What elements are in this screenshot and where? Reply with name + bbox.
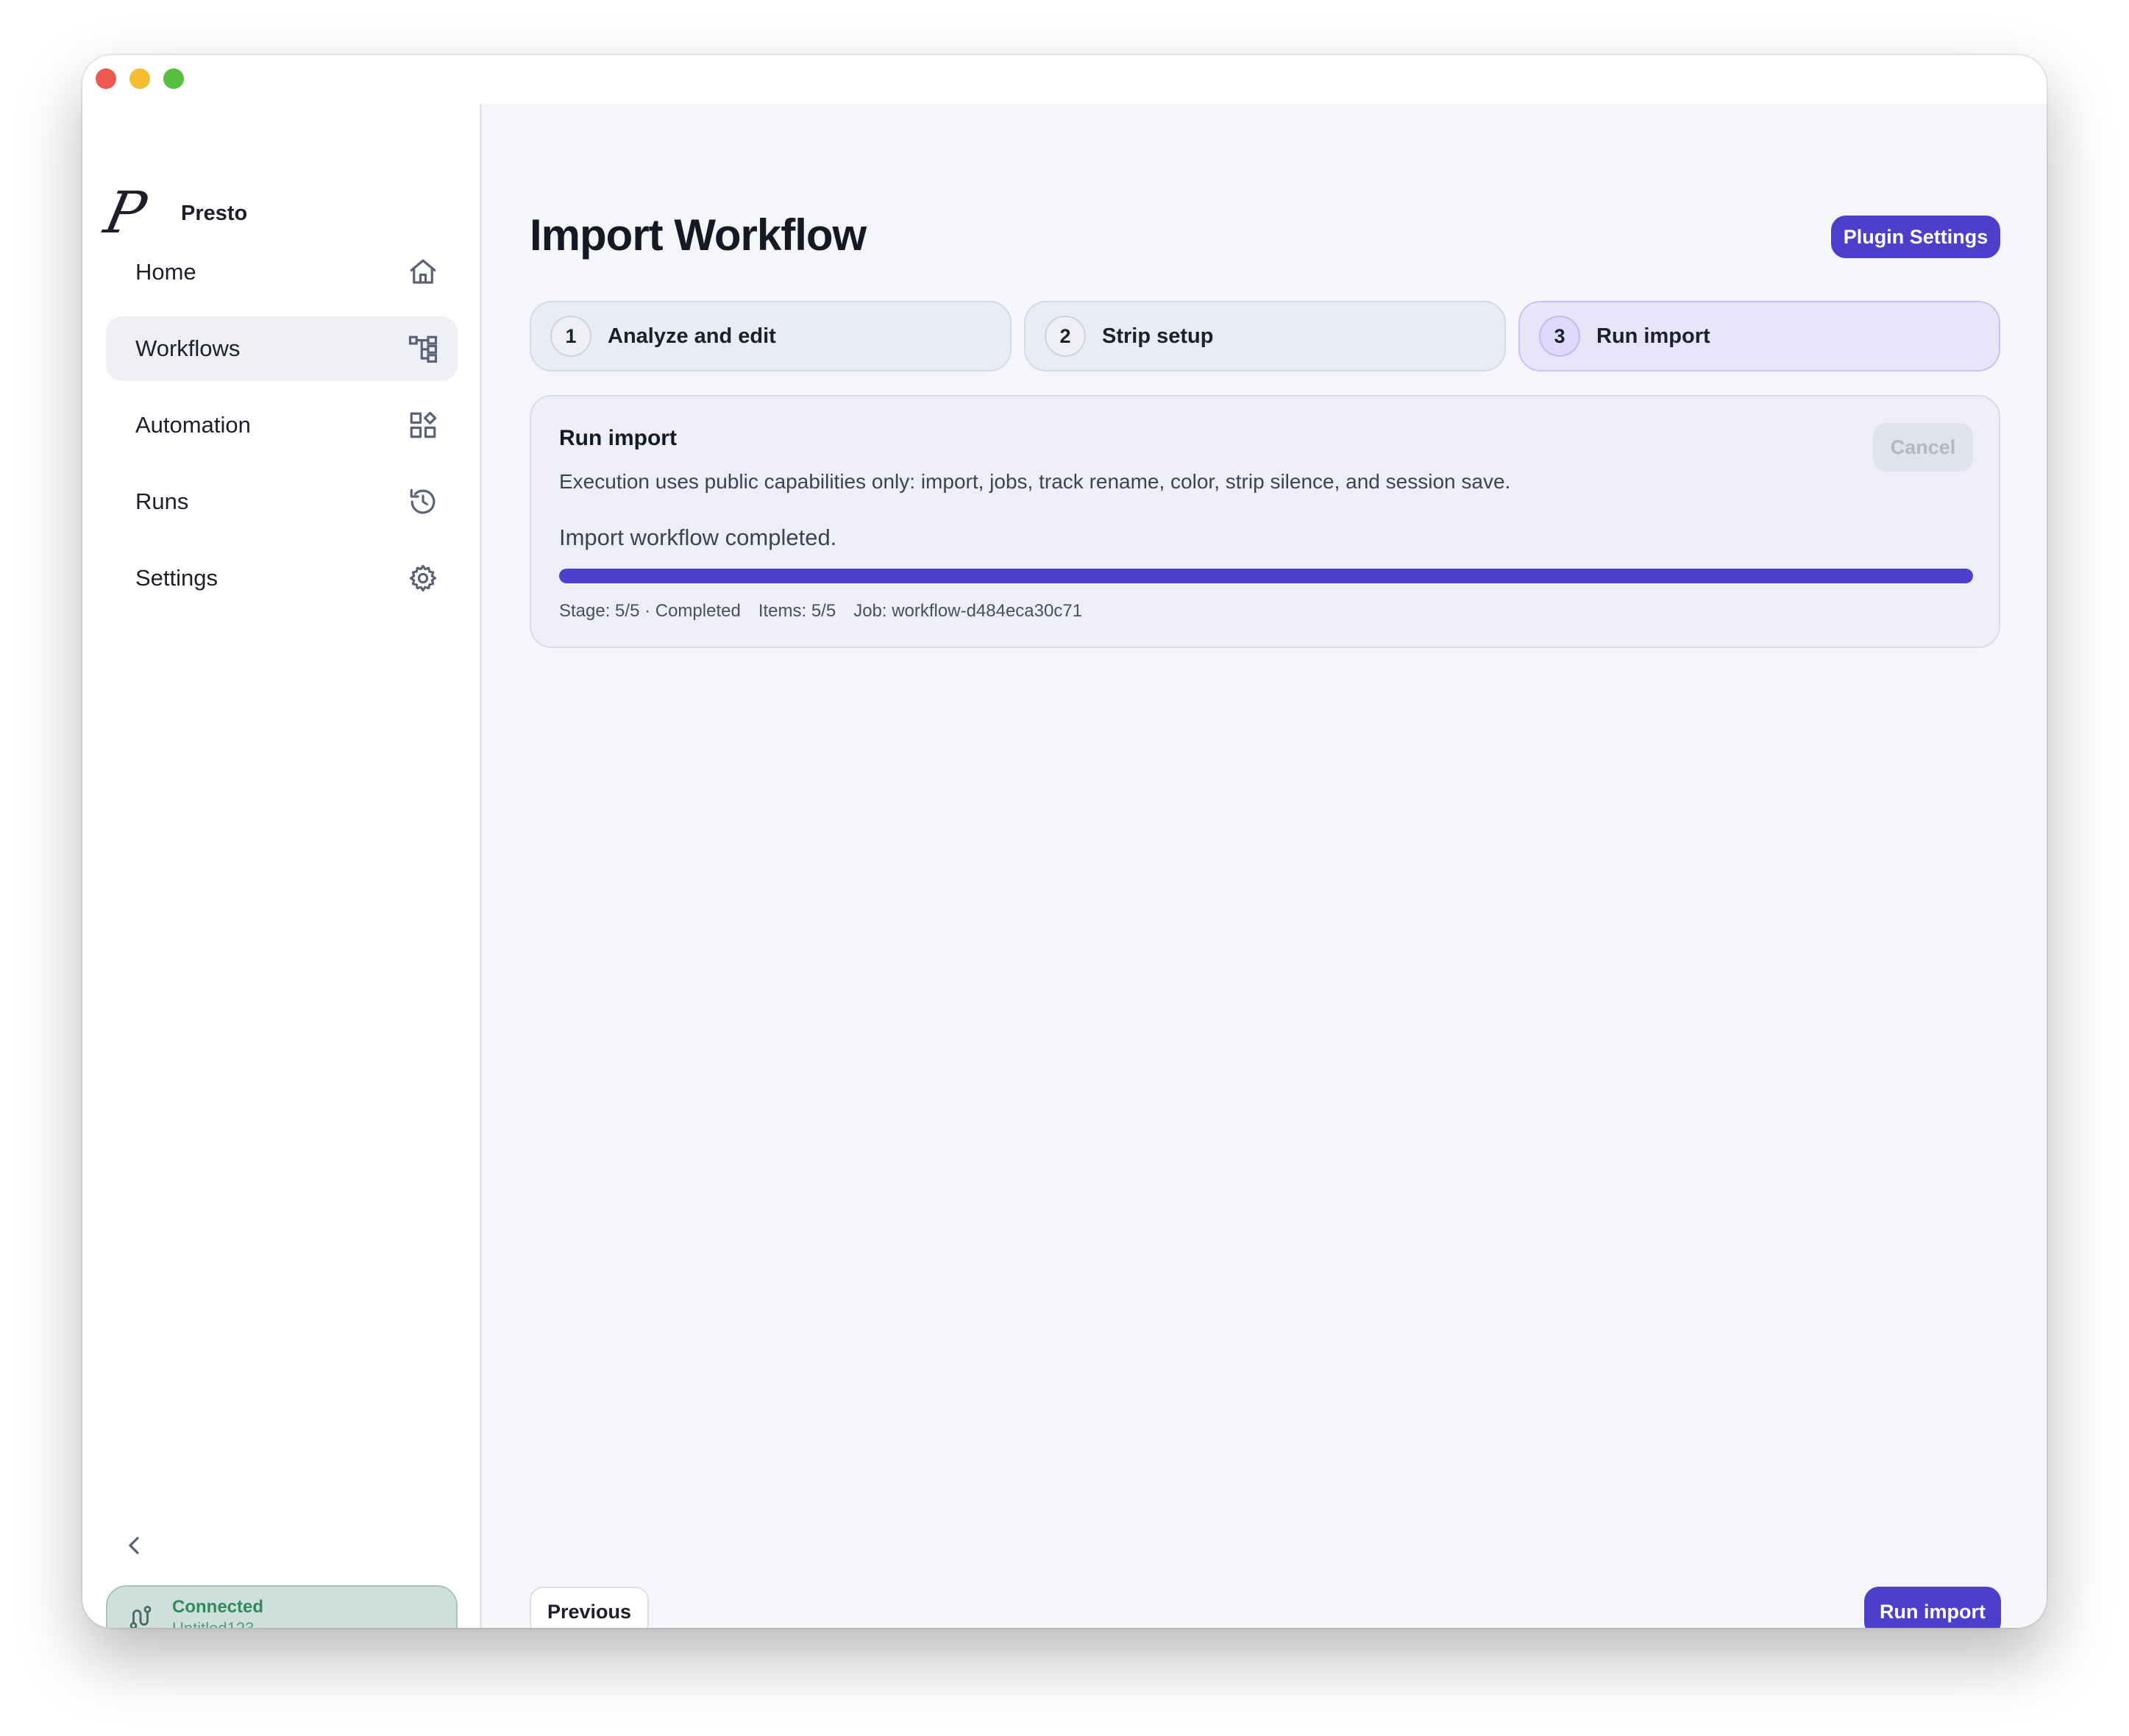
sidebar-item-label: Runs xyxy=(135,488,189,514)
step-strip-setup[interactable]: 2 Strip setup xyxy=(1024,301,1506,371)
job-id: Job: workflow-d484eca30c71 xyxy=(853,601,1083,621)
step-run-import[interactable]: 3 Run import xyxy=(1518,301,2000,371)
app-name: Presto xyxy=(181,201,248,225)
step-number: 2 xyxy=(1045,316,1086,357)
stage-info: Stage: 5/5 · Completed xyxy=(559,601,741,621)
workflow-icon xyxy=(408,333,438,364)
plugin-settings-button[interactable]: Plugin Settings xyxy=(1831,216,2000,258)
sidebar-item-settings[interactable]: Settings xyxy=(106,546,458,611)
connection-text: Connected Untitled123 xyxy=(172,1596,263,1628)
cancel-button[interactable]: Cancel xyxy=(1873,423,1973,472)
sidebar-item-automation[interactable]: Automation xyxy=(106,393,458,458)
step-analyze-and-edit[interactable]: 1 Analyze and edit xyxy=(530,301,1012,371)
gear-icon xyxy=(408,563,438,594)
sidebar-item-label: Workflows xyxy=(135,335,241,361)
job-meta: Stage: 5/5 · Completed Items: 5/5 Job: w… xyxy=(559,601,1100,622)
progress-fill xyxy=(559,569,1973,583)
maximize-window-button[interactable] xyxy=(163,68,184,89)
chevron-left-icon[interactable] xyxy=(119,1531,149,1560)
step-label: Strip setup xyxy=(1102,324,1214,348)
automation-icon xyxy=(408,410,438,441)
session-name: Untitled123 xyxy=(172,1618,263,1628)
presto-logo: P xyxy=(99,180,152,246)
page-title: Import Workflow xyxy=(530,210,867,260)
step-number: 1 xyxy=(550,316,591,357)
card-title: Run import xyxy=(559,426,677,450)
main-content: Import Workflow Plugin Settings 1 Analyz… xyxy=(484,104,2047,1628)
sidebar: P Presto Home Workflows Automation Runs … xyxy=(82,104,482,1628)
step-label: Run import xyxy=(1596,324,1710,348)
step-number: 3 xyxy=(1539,316,1580,357)
run-import-button[interactable]: Run import xyxy=(1864,1587,2001,1628)
sidebar-item-label: Automation xyxy=(135,412,251,438)
title-bar xyxy=(82,55,2047,104)
sidebar-item-label: Home xyxy=(135,259,196,285)
progress-bar xyxy=(559,569,1973,583)
history-icon xyxy=(408,486,438,517)
stepper: 1 Analyze and edit 2 Strip setup 3 Run i… xyxy=(530,301,2000,371)
sidebar-nav: Home Workflows Automation Runs Settings xyxy=(106,240,458,622)
status-message: Import workflow completed. xyxy=(559,524,837,550)
app-window: P Presto Home Workflows Automation Runs … xyxy=(82,55,2047,1628)
sidebar-item-runs[interactable]: Runs xyxy=(106,469,458,534)
sidebar-item-home[interactable]: Home xyxy=(106,240,458,305)
connection-title: Connected xyxy=(172,1597,264,1617)
home-icon xyxy=(408,257,438,288)
connection-status[interactable]: Connected Untitled123 xyxy=(106,1585,458,1628)
sidebar-item-label: Settings xyxy=(135,565,218,591)
items-info: Items: 5/5 xyxy=(758,601,836,621)
run-import-card: Run import Cancel Execution uses public … xyxy=(530,395,2000,648)
close-window-button[interactable] xyxy=(96,68,116,89)
connection-icon xyxy=(127,1604,154,1628)
brand: P Presto xyxy=(99,180,248,246)
previous-button[interactable]: Previous xyxy=(530,1587,649,1628)
card-description: Execution uses public capabilities only:… xyxy=(559,470,1511,493)
minimize-window-button[interactable] xyxy=(129,68,150,89)
step-label: Analyze and edit xyxy=(608,324,776,348)
sidebar-item-workflows[interactable]: Workflows xyxy=(106,316,458,381)
